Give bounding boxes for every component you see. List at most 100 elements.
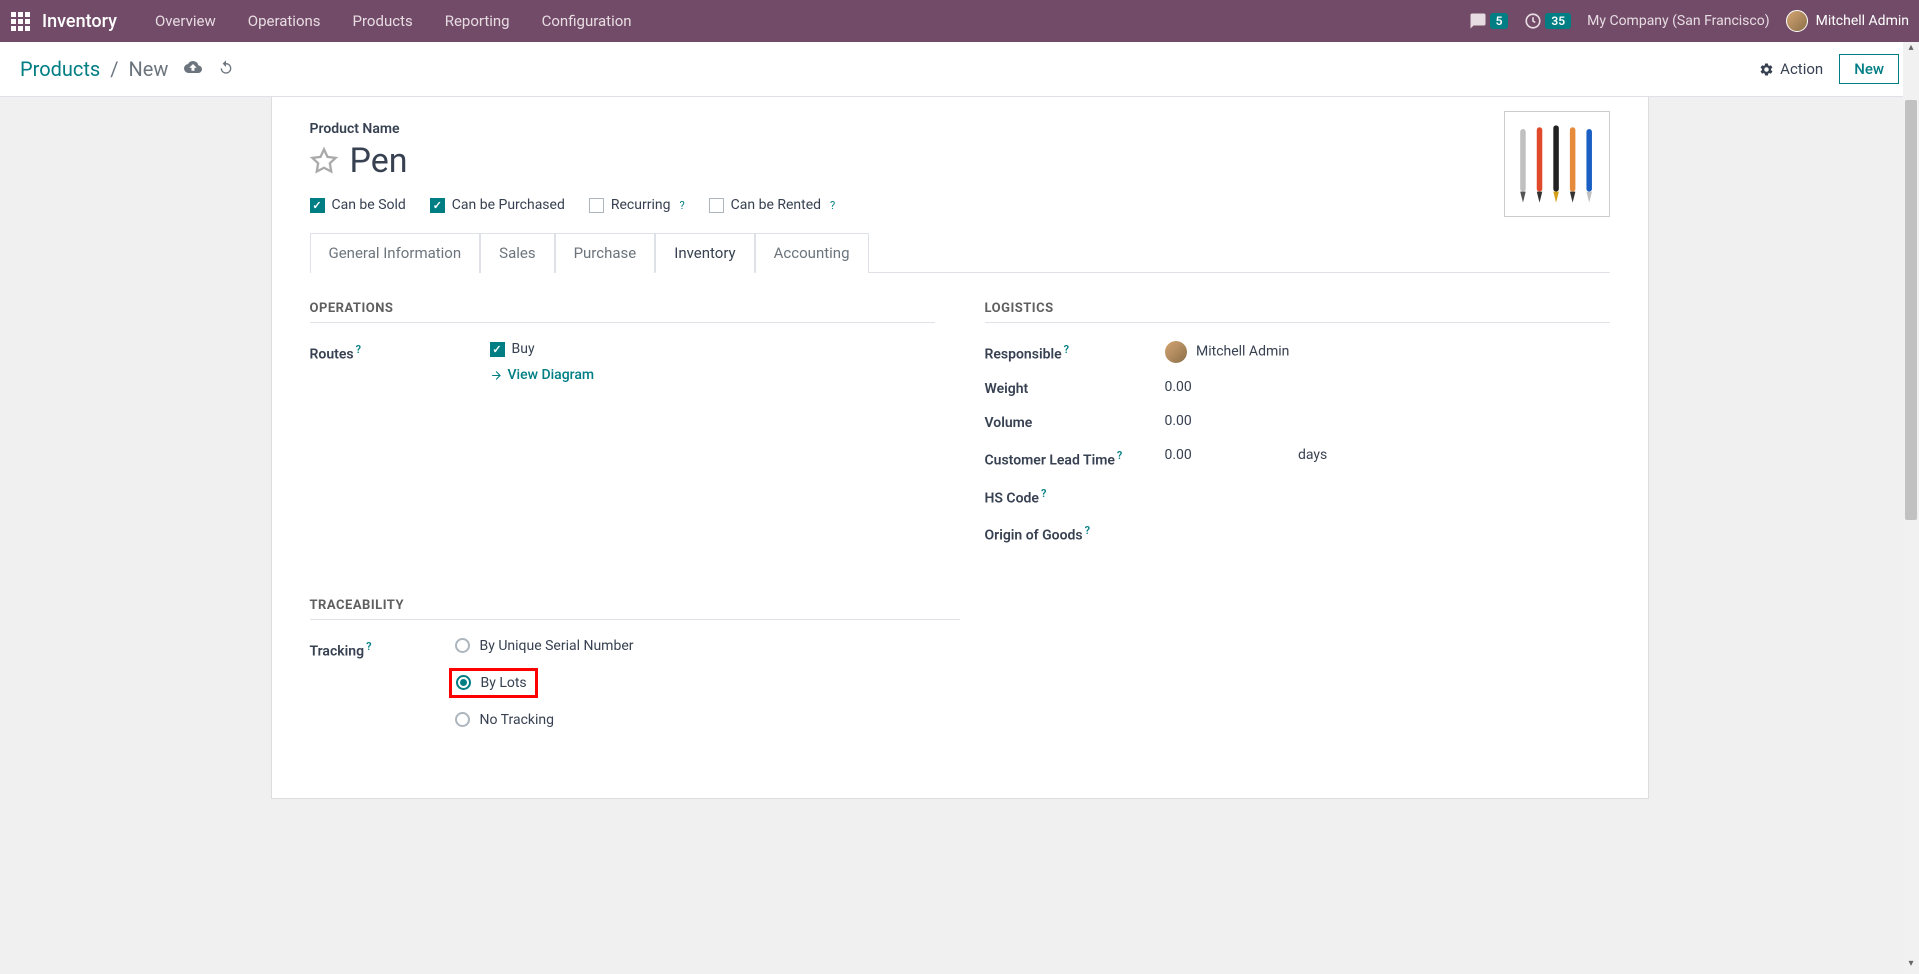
- apps-icon[interactable]: [10, 11, 30, 31]
- help-icon[interactable]: ?: [1085, 524, 1090, 537]
- weight-field[interactable]: 0.00: [1165, 379, 1610, 395]
- discard-icon[interactable]: [218, 59, 234, 79]
- checkbox-icon: [709, 198, 724, 213]
- chat-icon: [1469, 12, 1487, 30]
- help-icon[interactable]: ?: [1064, 343, 1069, 356]
- lead-time-field[interactable]: 0.00 days: [1165, 447, 1610, 463]
- favorite-star-icon[interactable]: [310, 147, 338, 175]
- gear-icon: [1759, 62, 1774, 77]
- can-be-purchased-label: Can be Purchased: [452, 197, 565, 213]
- operations-title: OPERATIONS: [310, 301, 935, 323]
- checkbox-icon: [310, 198, 325, 213]
- lead-time-row: Customer Lead Time? 0.00 days: [985, 447, 1610, 469]
- routes-label: Routes?: [310, 341, 490, 363]
- route-buy-checkbox[interactable]: Buy: [490, 341, 935, 357]
- buy-label: Buy: [512, 341, 535, 357]
- scroll-up-arrow[interactable]: ▴: [1903, 42, 1919, 58]
- help-icon[interactable]: ?: [1041, 487, 1046, 500]
- new-button[interactable]: New: [1839, 54, 1899, 84]
- breadcrumb: Products / New: [20, 57, 234, 81]
- topbar-right: 5 35 My Company (San Francisco) Mitchell…: [1469, 10, 1909, 32]
- product-image[interactable]: [1504, 111, 1610, 217]
- user-menu[interactable]: Mitchell Admin: [1786, 10, 1909, 32]
- radio-icon: [455, 638, 470, 653]
- nav-overview[interactable]: Overview: [141, 6, 230, 36]
- help-icon[interactable]: ?: [356, 343, 361, 356]
- weight-label: Weight: [985, 379, 1165, 397]
- title-row: Pen: [310, 141, 1610, 181]
- scroll-down-arrow[interactable]: ▾: [1903, 958, 1919, 974]
- user-name: Mitchell Admin: [1816, 13, 1909, 29]
- checkbox-icon: [490, 342, 505, 357]
- tab-purchase[interactable]: Purchase: [555, 233, 656, 273]
- traceability-title: TRACEABILITY: [310, 598, 960, 620]
- origin-label: Origin of Goods?: [985, 522, 1165, 544]
- routes-row: Routes? Buy View Diagram: [310, 341, 935, 386]
- radio-icon: [455, 712, 470, 727]
- nav-links: Overview Operations Products Reporting C…: [141, 6, 1469, 36]
- cloud-save-icon[interactable]: [184, 58, 202, 80]
- tracking-label: Tracking?: [310, 638, 455, 660]
- app-brand[interactable]: Inventory: [42, 11, 117, 32]
- tracking-lots-radio[interactable]: By Lots: [456, 675, 527, 691]
- hs-code-label: HS Code?: [985, 485, 1165, 507]
- form-columns: OPERATIONS Routes? Buy View Di: [310, 301, 1610, 560]
- company-selector[interactable]: My Company (San Francisco): [1587, 13, 1769, 29]
- product-name-label: Product Name: [310, 121, 1610, 137]
- view-diagram-link[interactable]: View Diagram: [490, 367, 595, 383]
- avatar: [1165, 341, 1187, 363]
- can-be-sold-label: Can be Sold: [332, 197, 406, 213]
- tracking-none-radio[interactable]: No Tracking: [455, 712, 960, 728]
- pens-illustration: [1511, 118, 1603, 210]
- help-icon[interactable]: ?: [366, 640, 371, 653]
- recurring-label: Recurring: [611, 197, 671, 213]
- highlight-annotation: By Lots: [449, 668, 538, 698]
- tab-accounting[interactable]: Accounting: [755, 233, 869, 273]
- can-be-rented-checkbox[interactable]: Can be Rented ?: [709, 197, 836, 213]
- routes-value: Buy View Diagram: [490, 341, 935, 386]
- hs-code-row: HS Code?: [985, 485, 1610, 507]
- messages-badge: 5: [1490, 13, 1509, 29]
- nav-operations[interactable]: Operations: [234, 6, 335, 36]
- checkbox-icon: [430, 198, 445, 213]
- activities-indicator[interactable]: 35: [1524, 12, 1571, 30]
- breadcrumb-current: New: [129, 57, 169, 81]
- volume-field[interactable]: 0.00: [1165, 413, 1610, 429]
- operations-column: OPERATIONS Routes? Buy View Di: [310, 301, 935, 560]
- recurring-checkbox[interactable]: Recurring ?: [589, 197, 685, 213]
- tab-sales[interactable]: Sales: [480, 233, 554, 273]
- can-be-purchased-checkbox[interactable]: Can be Purchased: [430, 197, 565, 213]
- nav-configuration[interactable]: Configuration: [528, 6, 646, 36]
- help-icon[interactable]: ?: [1117, 449, 1122, 462]
- clock-icon: [1524, 12, 1542, 30]
- help-icon[interactable]: ?: [830, 199, 835, 212]
- tab-general-information[interactable]: General Information: [310, 233, 481, 273]
- topbar: Inventory Overview Operations Products R…: [0, 0, 1919, 42]
- nav-products[interactable]: Products: [339, 6, 427, 36]
- actionbar: Products / New Action New: [0, 42, 1919, 97]
- volume-row: Volume 0.00: [985, 413, 1610, 431]
- lead-time-unit: days: [1298, 447, 1327, 463]
- nav-reporting[interactable]: Reporting: [431, 6, 524, 36]
- messages-indicator[interactable]: 5: [1469, 12, 1509, 30]
- help-icon[interactable]: ?: [679, 199, 684, 212]
- scrollbar[interactable]: ▴ ▾: [1903, 42, 1919, 974]
- lead-time-label: Customer Lead Time?: [985, 447, 1165, 469]
- checkbox-icon: [589, 198, 604, 213]
- breadcrumb-parent[interactable]: Products: [20, 57, 100, 81]
- radio-icon: [456, 675, 471, 690]
- can-be-sold-checkbox[interactable]: Can be Sold: [310, 197, 406, 213]
- product-flags: Can be Sold Can be Purchased Recurring ?…: [310, 197, 1610, 213]
- product-name-input[interactable]: Pen: [350, 141, 408, 181]
- scrollbar-thumb[interactable]: [1905, 100, 1917, 520]
- content-wrap: Product Name Pen Can be Sold Can be Purc…: [0, 97, 1919, 799]
- tab-inventory[interactable]: Inventory: [655, 233, 754, 273]
- avatar: [1786, 10, 1808, 32]
- tracking-serial-radio[interactable]: By Unique Serial Number: [455, 638, 960, 654]
- tracking-row: Tracking? By Unique Serial Number By Lot…: [310, 638, 960, 742]
- activities-badge: 35: [1545, 13, 1571, 29]
- logistics-column: LOGISTICS Responsible? Mitchell Admin We…: [985, 301, 1610, 560]
- action-dropdown[interactable]: Action: [1759, 60, 1823, 78]
- responsible-field[interactable]: Mitchell Admin: [1165, 341, 1610, 363]
- form-sheet: Product Name Pen Can be Sold Can be Purc…: [271, 97, 1649, 799]
